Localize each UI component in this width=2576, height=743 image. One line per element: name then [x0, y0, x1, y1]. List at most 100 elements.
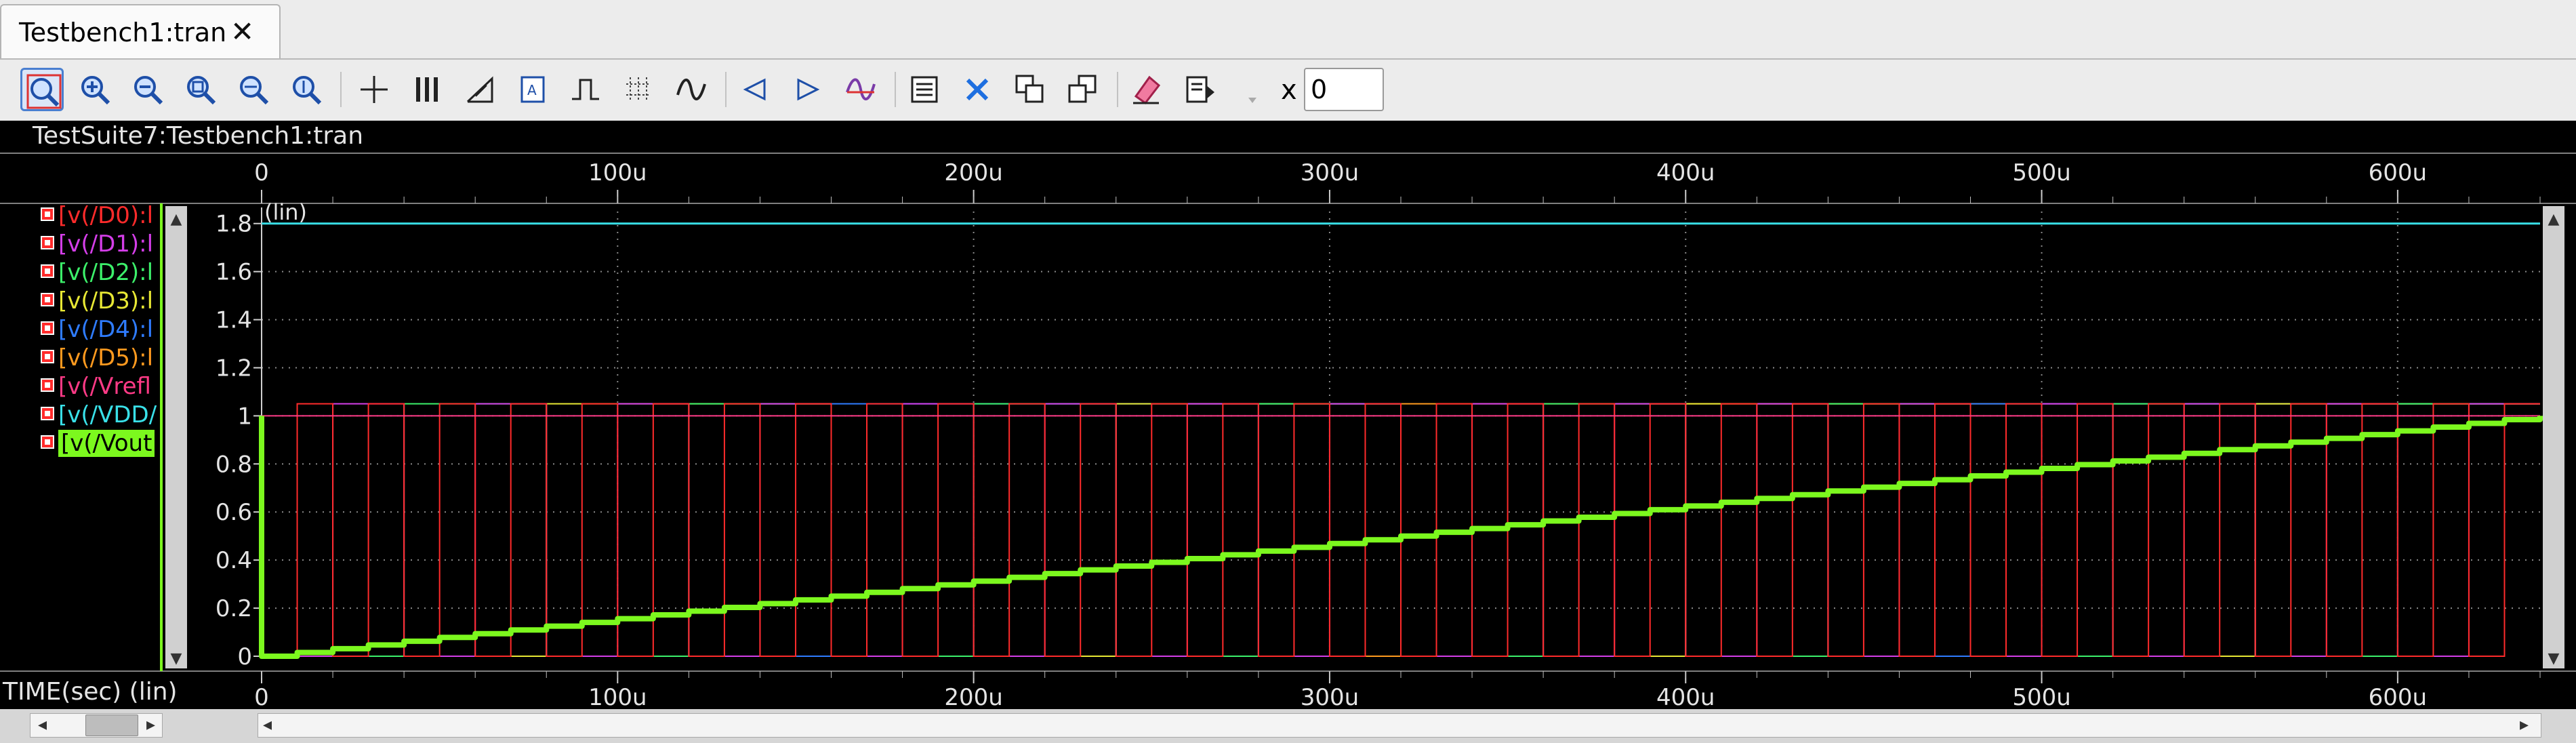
zoom-x-button[interactable]: [232, 68, 275, 111]
toolbar-separator: [895, 72, 896, 107]
legend-label: [v(/D3):l: [58, 287, 154, 315]
toolbar-separator: [725, 72, 727, 107]
tab-bar: Testbench1:tran ✕: [0, 0, 2576, 60]
legend-item[interactable]: [v(/Vrefl: [38, 373, 160, 400]
legend-item[interactable]: [v(/VDD/: [38, 401, 160, 428]
legend-checkbox[interactable]: [41, 407, 54, 420]
plot-scrollbar-track[interactable]: [258, 713, 2541, 738]
x-tick-label-top: 300u: [1301, 159, 1359, 186]
legend-item[interactable]: [v(/D0):l: [38, 202, 160, 229]
paste-icon: [1068, 75, 1097, 103]
zoom-y-icon: [293, 76, 322, 105]
scroll-left-icon[interactable]: ◂: [38, 715, 47, 735]
legend-checkbox[interactable]: [41, 350, 54, 363]
tab-label: Testbench1:tran: [19, 18, 227, 47]
crosshair-button[interactable]: [352, 68, 396, 111]
annotate-icon: A: [520, 76, 545, 103]
legend-checkbox[interactable]: [41, 207, 54, 221]
y-tick-label: 1.6: [216, 259, 252, 286]
grid-icon: [626, 77, 651, 102]
svg-text:A: A: [527, 82, 537, 98]
legend-item[interactable]: [v(/D3):l: [38, 287, 160, 315]
zoom-y-button[interactable]: [285, 68, 328, 111]
tab-testbench1-tran[interactable]: Testbench1:tran ✕: [0, 4, 281, 58]
y-tick-label: 1.8: [216, 211, 252, 238]
legend-label: [v(/Vrefl: [58, 373, 151, 400]
vertical-marker-icon: [416, 77, 438, 102]
y-tick-label: 0.6: [216, 499, 252, 526]
legend-checkbox[interactable]: [41, 321, 54, 335]
x-tick-label-top: 0: [254, 159, 269, 186]
x-tick-label-bottom: 100u: [588, 684, 647, 711]
grid-button[interactable]: [617, 68, 660, 111]
legend-checkbox[interactable]: [41, 264, 54, 278]
delta-marker-button[interactable]: [458, 68, 502, 111]
y-tick-label: 1: [237, 403, 252, 430]
legend-label: [v(/D5):l: [58, 344, 154, 372]
legend-checkbox[interactable]: [41, 435, 54, 449]
delta-marker-icon: [466, 76, 493, 103]
zoom-in-button[interactable]: [73, 68, 117, 111]
x-tick-label-top: 600u: [2369, 159, 2427, 186]
zoom-out-button[interactable]: [126, 68, 169, 111]
x-tick-label-top: 400u: [1656, 159, 1715, 186]
zoom-fit-button[interactable]: [20, 68, 64, 111]
legend-item[interactable]: [v(/D4):l: [38, 316, 160, 343]
waveform-button[interactable]: [670, 68, 713, 111]
x-label: x: [1281, 75, 1297, 106]
pulse-button[interactable]: [564, 68, 607, 111]
scroll-right-icon[interactable]: ▸: [146, 715, 155, 735]
triangle-right-icon: [797, 78, 820, 101]
annotate-button[interactable]: A: [511, 68, 554, 111]
eraser-button[interactable]: [1125, 68, 1168, 111]
zoom-box-button[interactable]: [179, 68, 222, 111]
delete-button[interactable]: [956, 68, 999, 111]
x-tick-label-top: 500u: [2012, 159, 2070, 186]
legend-item[interactable]: [v(/D5):l: [38, 344, 160, 372]
next-button[interactable]: [786, 68, 830, 111]
select-all-button[interactable]: [903, 68, 946, 111]
scroll-up-icon: ▲: [2548, 211, 2560, 228]
pulse-icon: [572, 79, 599, 100]
settings-list-icon: [1186, 76, 1214, 103]
plot-vscrollbar[interactable]: [2543, 206, 2564, 668]
previous-button[interactable]: [733, 68, 777, 111]
waveform-plot-area[interactable]: TestSuite7:Testbench1:tran ▲ ▼ ▲ ▼ 0 0 100u 100…: [0, 121, 2576, 743]
legend-label: [v(/D2):l: [58, 259, 154, 286]
scroll-left-icon[interactable]: ◂: [263, 715, 272, 735]
legend-checkbox[interactable]: [41, 293, 54, 306]
legend-item[interactable]: [v(/Vout: [38, 430, 160, 457]
toolbar-separator: [340, 72, 342, 107]
y-tick-label: 0.8: [216, 451, 252, 478]
erase-waveform-icon: [846, 78, 876, 100]
paste-button[interactable]: [1061, 68, 1105, 111]
x-tick-label-bottom: 200u: [944, 684, 1002, 711]
delete-x-icon: [966, 78, 989, 101]
crosshair-icon: [361, 76, 388, 103]
x-tick-label-bottom: 500u: [2012, 684, 2070, 711]
legend-item[interactable]: [v(/D2):l: [38, 259, 160, 286]
legend-label: [v(/D0):l: [58, 202, 154, 229]
x-value-input[interactable]: [1304, 68, 1384, 111]
close-icon[interactable]: ✕: [230, 15, 254, 48]
copy-button[interactable]: [1008, 68, 1052, 111]
select-all-icon: [911, 76, 938, 103]
scroll-down-icon: ▼: [2548, 650, 2560, 667]
legend-vscrollbar[interactable]: [165, 206, 187, 668]
scroll-right-icon[interactable]: ▸: [2520, 715, 2529, 735]
dropdown-button[interactable]: [1231, 68, 1274, 111]
vertical-marker-button[interactable]: [405, 68, 449, 111]
legend-item[interactable]: [v(/D1):l: [38, 230, 160, 258]
legend-checkbox[interactable]: [41, 378, 54, 392]
y-tick-label: 0: [237, 643, 252, 670]
legend-scrollbar-thumb[interactable]: [85, 715, 138, 736]
erase-waveform-button[interactable]: [839, 68, 882, 111]
waveform-d0[interactable]: [262, 403, 2540, 657]
horizontal-scrollbar[interactable]: ◂ ▸ ◂ ▸: [0, 709, 2576, 743]
waveform-chart[interactable]: ▲▼▲▼00100u100u200u200u300u300u400u400u50…: [0, 121, 2576, 743]
x-tick-label-bottom: 600u: [2369, 684, 2427, 711]
settings-list-button[interactable]: [1178, 68, 1221, 111]
x-tick-label-top: 100u: [588, 159, 647, 186]
scroll-down-icon: ▼: [171, 650, 182, 667]
legend-checkbox[interactable]: [41, 236, 54, 249]
